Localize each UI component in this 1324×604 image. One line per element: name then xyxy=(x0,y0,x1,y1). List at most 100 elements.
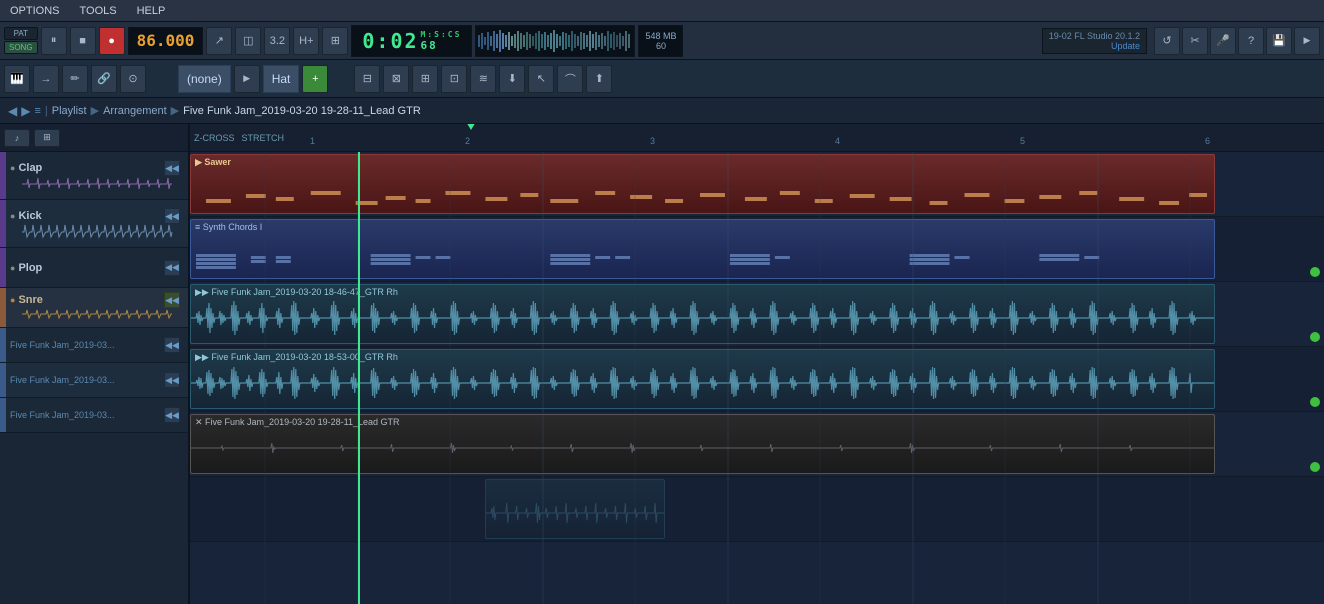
mic-btn[interactable]: 🎤 xyxy=(1210,27,1236,55)
stop-button[interactable]: ⏸ xyxy=(41,27,67,55)
nav-fwd-icon[interactable]: ▶ xyxy=(21,104,30,118)
mixer-btn[interactable]: ≋ xyxy=(470,65,496,93)
tool-btn-3[interactable]: 3.2 xyxy=(264,27,290,55)
refresh-btn[interactable]: ↺ xyxy=(1154,27,1180,55)
clip-lead-gtr[interactable]: ✕ Five Funk Jam_2019-03-20 19-28-11_Lead… xyxy=(190,414,1215,474)
channel-label: (none) xyxy=(178,65,231,93)
track-dot-lead xyxy=(1310,462,1320,472)
pencil-btn[interactable]: ✏ xyxy=(62,65,88,93)
track-header-funk3: Five Funk Jam_2019-03... ◀◀ xyxy=(0,398,188,433)
tool-btn-5[interactable]: ⊞ xyxy=(322,27,348,55)
menu-options[interactable]: OPTIONS xyxy=(0,3,70,19)
track-row-gtr-rh1: ▶▶ Five Funk Jam_2019-03-20 18-46-47_GTR… xyxy=(190,282,1324,347)
piano-mini-btn[interactable]: ♪ xyxy=(4,129,30,147)
grid-view-btn[interactable]: ⊟ xyxy=(354,65,380,93)
track-name-funk2: Five Funk Jam_2019-03... xyxy=(10,375,115,385)
tool-btn-2[interactable]: ◫ xyxy=(235,27,261,55)
track-mute-btn-funk3[interactable]: ◀◀ xyxy=(164,407,180,423)
breadcrumb-arrangement[interactable]: Arrangement xyxy=(103,105,167,117)
track-name-snre: Snre xyxy=(18,294,42,306)
ruler-mark-4: 4 xyxy=(835,135,840,147)
cross-label: Z-CROSS xyxy=(194,133,235,143)
tool-btn-1[interactable]: ↗ xyxy=(206,27,232,55)
song-button[interactable]: SONG xyxy=(4,41,38,54)
arrow-right-btn[interactable]: → xyxy=(33,65,59,93)
track-mute-btn-funk1[interactable]: ◀◀ xyxy=(164,337,180,353)
ruler-mark-6: 6 xyxy=(1205,135,1210,147)
clip-gtr-rh1[interactable]: ▶▶ Five Funk Jam_2019-03-20 18-46-47_GTR… xyxy=(190,284,1215,344)
waveform-meter xyxy=(475,25,635,57)
track-mute-clap[interactable]: ● xyxy=(10,163,15,173)
track-mute-btn-kick[interactable]: ◀◀ xyxy=(164,208,180,224)
stretch-label: STRETCH xyxy=(242,133,285,143)
left-panel: ♪ ⊞ ● Clap ◀◀ xyxy=(0,124,190,604)
track-mute-btn-clap[interactable]: ◀◀ xyxy=(164,160,180,176)
secondary-toolbar: 🎹 → ✏ 🔗 ⊙ (none) ▶ Hat + ⊟ ⊠ ⊞ ⊡ ≋ ⬇ ↖ ⌒… xyxy=(0,60,1324,98)
track-dot-gtr1 xyxy=(1310,332,1320,342)
breadcrumb-arrow-2: ▶ xyxy=(171,104,179,117)
track-mute-snre[interactable]: ● xyxy=(10,295,15,305)
channel-next[interactable]: ▶ xyxy=(234,65,260,93)
track-name-plop: Plop xyxy=(18,262,42,274)
clip-label-synth: ≡ Synth Chords I xyxy=(195,222,262,232)
clip-bass-sawer[interactable]: ▶ Sawer xyxy=(190,154,1215,214)
hat-label: Hat xyxy=(263,65,300,93)
question-btn[interactable]: ? xyxy=(1238,27,1264,55)
track-row-11 xyxy=(190,477,1324,542)
cursor-btn[interactable]: ↖ xyxy=(528,65,554,93)
stamp-btn[interactable]: ⊙ xyxy=(120,65,146,93)
menu-tools[interactable]: TOOLS xyxy=(70,3,127,19)
layout-btn1[interactable]: ⊠ xyxy=(383,65,409,93)
add-channel-btn[interactable]: + xyxy=(302,65,328,93)
menu-help[interactable]: HELP xyxy=(127,3,176,19)
pat-button[interactable]: PAT xyxy=(4,27,38,40)
pause-button[interactable]: ■ xyxy=(70,27,96,55)
cpu-display: 548 MB 60 xyxy=(638,25,683,57)
expand-btn[interactable]: ▶ xyxy=(1294,27,1320,55)
clip-synth-chords[interactable]: ≡ Synth Chords I xyxy=(190,219,1215,279)
piano-roll-btn[interactable]: ⊡ xyxy=(441,65,467,93)
track-row-bass: ▶ Sawer xyxy=(190,152,1324,217)
track-mute-btn-snre[interactable]: ◀◀ xyxy=(164,292,180,308)
track-header-funk1: Five Funk Jam_2019-03... ◀◀ xyxy=(0,328,188,363)
list-icon: ≡ xyxy=(34,105,40,117)
track-controls-header: ♪ ⊞ xyxy=(0,124,188,152)
channel-rack-btn[interactable]: ⊞ xyxy=(412,65,438,93)
track-mute-btn-plop[interactable]: ◀◀ xyxy=(164,260,180,276)
clip-gtr-rh2[interactable]: ▶▶ Five Funk Jam_2019-03-20 18-53-00_GTR… xyxy=(190,349,1215,409)
breadcrumb-sep-icon: | xyxy=(45,105,48,117)
export-btn[interactable]: ⬆ xyxy=(586,65,612,93)
bpm-display[interactable]: 86.000 xyxy=(128,27,204,55)
ruler-mark-5: 5 xyxy=(1020,135,1025,147)
grid-mini-btn[interactable]: ⊞ xyxy=(34,129,60,147)
ruler-mark-1: 1 xyxy=(310,135,315,147)
piano-btn[interactable]: 🎹 xyxy=(4,65,30,93)
clip-track11[interactable] xyxy=(485,479,665,539)
playlist-area: Z-CROSS STRETCH 1 2 3 4 xyxy=(190,124,1324,604)
track-mute-kick[interactable]: ● xyxy=(10,211,15,221)
scissors-btn[interactable]: ✂ xyxy=(1182,27,1208,55)
breadcrumb-arrow-1: ▶ xyxy=(91,104,99,117)
breadcrumb-current[interactable]: Five Funk Jam_2019-03-20 19-28-11_Lead G… xyxy=(183,105,421,117)
track-mute-plop[interactable]: ● xyxy=(10,263,15,273)
tool-btn-4[interactable]: H+ xyxy=(293,27,319,55)
breadcrumb-playlist[interactable]: Playlist xyxy=(52,105,87,117)
track-name-funk3: Five Funk Jam_2019-03... xyxy=(10,410,115,420)
track-mute-btn-funk2[interactable]: ◀◀ xyxy=(164,372,180,388)
track-list: ● Clap ◀◀ ● xyxy=(0,152,188,604)
track-header-kick: ● Kick ◀◀ xyxy=(0,200,188,248)
track-row-gtr-rh2: ▶▶ Five Funk Jam_2019-03-20 18-53-00_GTR… xyxy=(190,347,1324,412)
save-btn[interactable]: 💾 xyxy=(1266,27,1292,55)
ruler-marks: 1 2 3 4 5 6 xyxy=(310,124,1324,147)
track-header-funk2: Five Funk Jam_2019-03... ◀◀ xyxy=(0,363,188,398)
link-btn[interactable]: 🔗 xyxy=(91,65,117,93)
record-button[interactable]: ● xyxy=(99,27,125,55)
download-btn[interactable]: ⬇ xyxy=(499,65,525,93)
timeline-ruler[interactable]: Z-CROSS STRETCH 1 2 3 4 xyxy=(190,124,1324,152)
nav-back-icon[interactable]: ◀ xyxy=(8,104,17,118)
track-header-plop: ● Plop ◀◀ xyxy=(0,248,188,288)
pitch-btn[interactable]: ⌒ xyxy=(557,65,583,93)
spacer-btn xyxy=(149,65,175,93)
track-header-snre: ● Snre ◀◀ xyxy=(0,288,188,328)
track-dot-gtr2 xyxy=(1310,397,1320,407)
